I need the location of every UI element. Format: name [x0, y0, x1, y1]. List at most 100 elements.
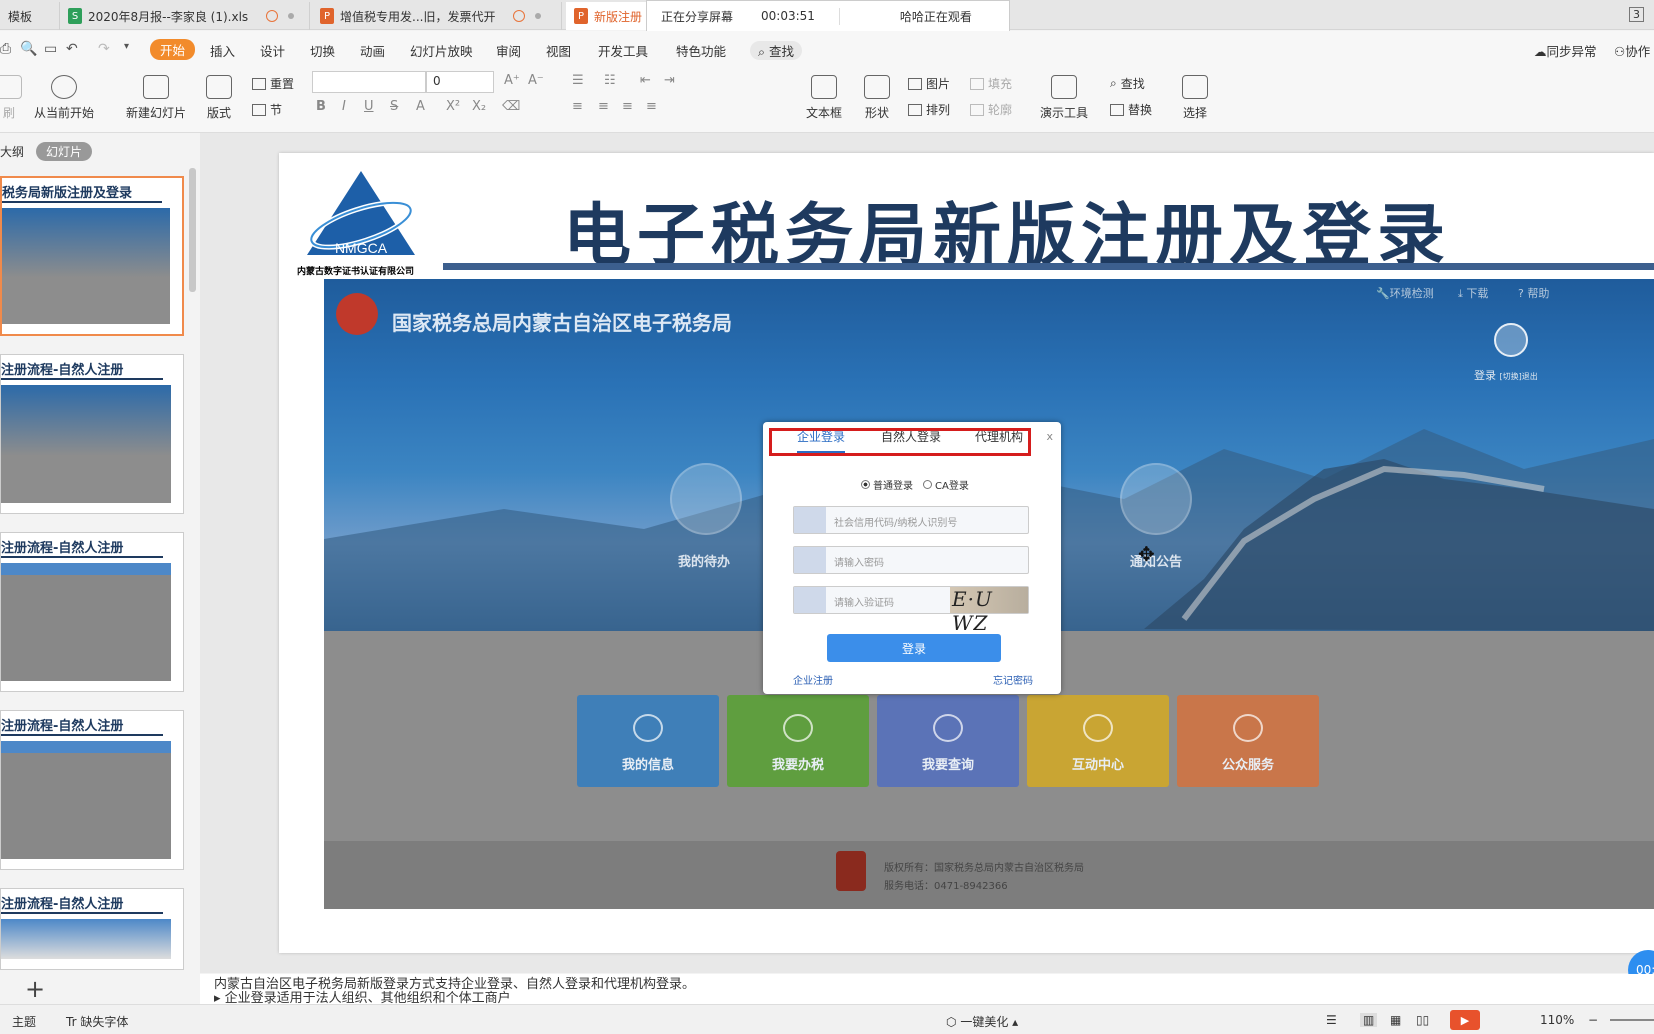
sync-status[interactable]: ☁同步异常: [1534, 41, 1597, 60]
tile-file-tax[interactable]: 我要办税: [727, 695, 869, 787]
bell-icon[interactable]: [1120, 463, 1192, 535]
slide-thumbnail[interactable]: 税务局新版注册及登录: [0, 176, 184, 336]
picture-button[interactable]: 图片: [908, 75, 950, 92]
tab-individual-login[interactable]: 自然人登录: [881, 428, 941, 445]
italic-icon[interactable]: I: [342, 99, 346, 114]
undo-icon[interactable]: ↶: [66, 41, 78, 57]
print-icon[interactable]: ▭: [44, 41, 57, 57]
menu-transition[interactable]: 切换: [310, 41, 335, 60]
print-icon[interactable]: ⎙: [0, 41, 11, 57]
radio-normal-login[interactable]: 普通登录: [861, 477, 913, 492]
new-slide-button[interactable]: 新建幻灯片: [126, 75, 186, 121]
clear-format-icon[interactable]: ⌫: [502, 99, 520, 114]
strikethrough-icon[interactable]: S: [390, 99, 398, 114]
login-button[interactable]: 登录: [827, 634, 1001, 662]
tile-public-service[interactable]: 公众服务: [1177, 695, 1319, 787]
tab-xls-report[interactable]: S 2020年8月报--李家良 (1).xls: [60, 2, 310, 30]
slide-thumbnail[interactable]: 注册流程-自然人注册: [0, 888, 184, 970]
shrink-font-icon[interactable]: A⁻: [528, 73, 544, 88]
menu-design[interactable]: 设计: [260, 41, 285, 60]
play-from-current-button[interactable]: 从当前开始: [34, 75, 94, 121]
print-preview-icon[interactable]: 🔍: [20, 41, 37, 57]
fill-button[interactable]: 填充: [970, 75, 1012, 92]
outline-button[interactable]: 轮廓: [970, 101, 1012, 118]
presentation-tools-button[interactable]: 演示工具: [1040, 75, 1088, 121]
outdent-icon[interactable]: ⇥: [664, 73, 675, 88]
notes-toggle-icon[interactable]: ☰: [1326, 1013, 1337, 1027]
tab-enterprise-login[interactable]: 企业登录: [797, 428, 846, 453]
layout-button[interactable]: 版式: [206, 75, 232, 121]
close-tab-icon[interactable]: [535, 13, 542, 19]
align-right-icon[interactable]: ≡: [622, 99, 633, 114]
website-login-link[interactable]: 登录 [切换]退出: [1474, 367, 1538, 383]
superscript-icon[interactable]: X²: [446, 99, 460, 114]
radio-ca-login[interactable]: CA登录: [923, 477, 969, 492]
align-left-icon[interactable]: ≡: [572, 99, 583, 114]
play-slideshow-button[interactable]: ▶: [1450, 1010, 1480, 1030]
quick-access-dropdown-icon[interactable]: ▾: [124, 41, 129, 52]
theme-button[interactable]: 主题: [12, 1013, 36, 1030]
reading-view-icon[interactable]: ▯▯: [1416, 1013, 1429, 1027]
download-link[interactable]: ⤓ 下载: [1458, 285, 1488, 301]
window-count-badge[interactable]: 3: [1629, 7, 1644, 22]
tile-my-info[interactable]: 我的信息: [577, 695, 719, 787]
normal-view-icon[interactable]: ▥: [1360, 1013, 1378, 1027]
zoom-slider[interactable]: [1610, 1019, 1654, 1021]
arrange-button[interactable]: 排列: [908, 101, 950, 118]
captcha-image[interactable]: E·U WZ: [950, 587, 1028, 635]
justify-icon[interactable]: ≡: [646, 99, 657, 114]
tile-interaction[interactable]: 互动中心: [1027, 695, 1169, 787]
tile-query[interactable]: 我要查询: [877, 695, 1019, 787]
tab-templates[interactable]: 模板: [0, 2, 60, 30]
slide-thumbnail[interactable]: 注册流程-自然人注册: [0, 532, 184, 692]
menu-search[interactable]: ⌕ 查找: [750, 41, 803, 60]
enterprise-register-link[interactable]: 企业注册: [793, 672, 833, 687]
menu-animation[interactable]: 动画: [360, 41, 385, 60]
menu-home[interactable]: 开始: [150, 39, 196, 60]
slides-tab[interactable]: 幻灯片: [36, 141, 93, 161]
slide-thumbnail[interactable]: 注册流程-自然人注册: [0, 354, 184, 514]
forgot-password-link[interactable]: 忘记密码: [993, 672, 1033, 687]
taxpayer-id-input[interactable]: 社会信用代码/纳税人识别号: [793, 506, 1029, 534]
textbox-button[interactable]: 文本框: [806, 75, 842, 121]
bold-icon[interactable]: B: [316, 99, 326, 114]
indent-icon[interactable]: ⇤: [640, 73, 651, 88]
tab-agency-login[interactable]: 代理机构: [975, 428, 1023, 445]
subscript-icon[interactable]: X₂: [472, 99, 486, 114]
underline-icon[interactable]: U: [364, 99, 374, 114]
tab-vat-ppt[interactable]: P 增值税专用发...旧，发票代开: [312, 2, 562, 30]
zoom-out-icon[interactable]: −: [1588, 1013, 1598, 1027]
menu-special[interactable]: 特色功能: [676, 41, 726, 60]
tab-current-ppt[interactable]: P 新版注册: [566, 2, 656, 30]
align-center-icon[interactable]: ≡: [598, 99, 609, 114]
collaborate-button[interactable]: ⚇协作: [1614, 41, 1650, 60]
beautify-button[interactable]: ⬡ 一键美化 ▴: [946, 1013, 1018, 1030]
font-size-select[interactable]: 0: [426, 71, 494, 93]
env-check-link[interactable]: 🔧环境检测: [1376, 285, 1434, 301]
numbering-icon[interactable]: ☷: [604, 73, 616, 88]
close-icon[interactable]: x: [1046, 430, 1053, 443]
grow-font-icon[interactable]: A⁺: [504, 73, 520, 88]
font-family-select[interactable]: [312, 71, 426, 93]
menu-review[interactable]: 审阅: [496, 41, 521, 60]
section-button[interactable]: 节: [252, 101, 282, 118]
thumbnail-scrollbar[interactable]: [189, 168, 196, 292]
help-link[interactable]: ? 帮助: [1518, 285, 1549, 301]
menu-slideshow[interactable]: 幻灯片放映: [410, 41, 473, 60]
menu-developer[interactable]: 开发工具: [598, 41, 648, 60]
zoom-level[interactable]: 110%: [1540, 1013, 1574, 1027]
redo-icon[interactable]: ↷: [98, 41, 110, 57]
font-color-icon[interactable]: A: [416, 99, 425, 114]
bullets-icon[interactable]: ☰: [572, 73, 584, 88]
select-button[interactable]: 选择: [1182, 75, 1208, 121]
add-slide-icon[interactable]: +: [25, 975, 45, 1003]
reset-button[interactable]: 重置: [252, 75, 294, 92]
close-tab-icon[interactable]: [288, 13, 295, 19]
captcha-input[interactable]: 请输入验证码 E·U WZ: [793, 586, 1029, 635]
password-input[interactable]: 请输入密码: [793, 546, 1029, 574]
menu-insert[interactable]: 插入: [210, 41, 235, 60]
find-button[interactable]: ⌕ 查找: [1110, 75, 1145, 92]
speaker-notes[interactable]: 内蒙古自治区电子税务局新版登录方式支持企业登录、自然人登录和代理机构登录。 ▸ …: [200, 974, 1654, 1004]
sorter-view-icon[interactable]: ▦: [1390, 1013, 1401, 1027]
menu-view[interactable]: 视图: [546, 41, 571, 60]
